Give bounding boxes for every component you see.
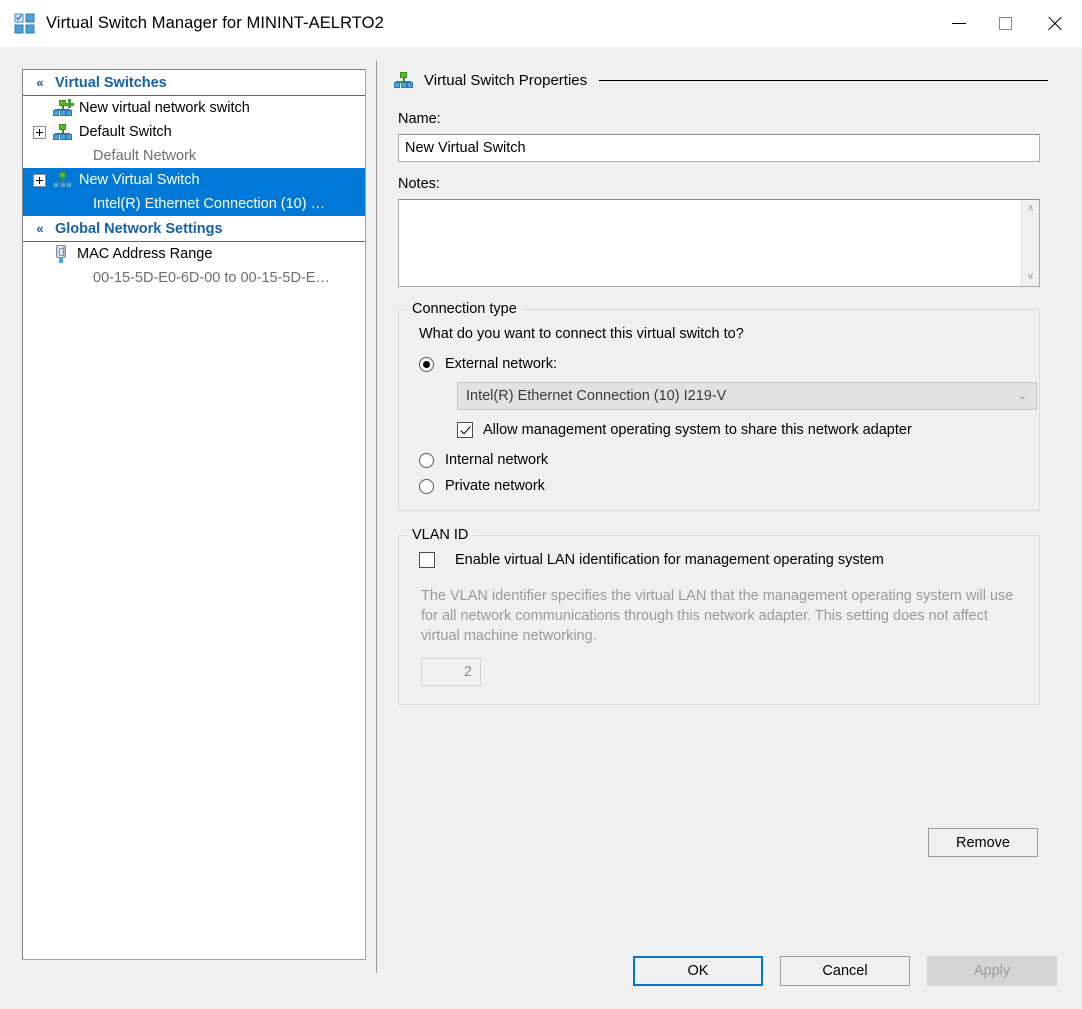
collapse-chevron-icon[interactable]: «: [32, 222, 48, 235]
radio-label: Private network: [445, 478, 545, 494]
window-title: Virtual Switch Manager for MININT-AELRTO…: [46, 14, 384, 32]
mac-address-icon: [53, 245, 69, 263]
notes-label: Notes:: [398, 176, 440, 192]
collapse-chevron-icon[interactable]: «: [32, 76, 48, 89]
switch-name-input[interactable]: [398, 134, 1040, 162]
vlan-description: The VLAN identifier specifies the virtua…: [421, 588, 1014, 644]
allow-management-os-share-row[interactable]: Allow management operating system to sha…: [457, 422, 1025, 438]
virtual-switch-properties-panel: Virtual Switch Properties Name: Notes: ∧…: [390, 69, 1050, 705]
window-titlebar: Virtual Switch Manager for MININT-AELRTO…: [0, 0, 1082, 48]
notes-field-wrapper[interactable]: ∧ ∨: [398, 199, 1040, 287]
checkbox-icon[interactable]: [457, 422, 473, 438]
tree-item-label: MAC Address Range: [77, 246, 213, 262]
radio-button-icon[interactable]: [419, 452, 434, 468]
vlan-id-group: VLAN ID Enable virtual LAN identificatio…: [398, 527, 1040, 705]
tree-item-new-virtual-switch[interactable]: New Virtual Switch: [23, 168, 365, 192]
cancel-button[interactable]: Cancel: [780, 956, 910, 986]
tree-item-sublabel-default-switch: Default Network: [93, 148, 197, 164]
properties-section-header: Virtual Switch Properties: [390, 69, 1050, 91]
tree-item-sublabel-new-virtual-switch: Intel(R) Ethernet Connection (10) …: [23, 192, 365, 216]
enable-vlan-label: Enable virtual LAN identification for ma…: [455, 552, 884, 568]
tree-section-label: Global Network Settings: [55, 220, 223, 237]
virtual-switch-icon: [394, 72, 413, 88]
virtual-switches-tree[interactable]: « Virtual Switches New virtual network s…: [22, 69, 366, 960]
notes-scrollbar[interactable]: ∧ ∨: [1021, 200, 1039, 286]
vlan-id-legend: VLAN ID: [407, 527, 474, 543]
tree-item-label: New Virtual Switch: [79, 172, 200, 188]
tree-item-new-virtual-network-switch[interactable]: New virtual network switch: [23, 96, 365, 120]
properties-section-title: Virtual Switch Properties: [424, 71, 588, 89]
external-adapter-value: Intel(R) Ethernet Connection (10) I219-V: [466, 388, 727, 404]
vlan-id-input[interactable]: 2: [421, 658, 481, 686]
radio-button-icon[interactable]: [419, 356, 434, 372]
virtual-switch-icon: [53, 172, 72, 188]
close-icon[interactable]: [1028, 0, 1082, 47]
tree-item-sublabel-mac-range: 00-15-5D-E0-6D-00 to 00-15-5D-E…: [93, 270, 330, 286]
allow-management-os-share-label: Allow management operating system to sha…: [483, 422, 912, 438]
radio-label: Internal network: [445, 452, 549, 468]
new-virtual-switch-icon: [53, 99, 74, 116]
ok-button[interactable]: OK: [633, 956, 763, 986]
radio-label: External network:: [445, 356, 558, 372]
chevron-down-icon: ⌄: [1017, 390, 1027, 402]
connection-type-legend: Connection type: [407, 301, 522, 317]
expand-plus-icon[interactable]: [33, 173, 46, 187]
name-label: Name:: [398, 111, 441, 127]
radio-external-network[interactable]: External network:: [419, 356, 1025, 372]
tree-item-new-virtual-switch-group[interactable]: New Virtual Switch Intel(R) Ethernet Con…: [23, 168, 365, 216]
radio-private-network[interactable]: Private network: [419, 478, 1025, 494]
minimize-icon[interactable]: [936, 0, 982, 47]
checkbox-icon[interactable]: [419, 552, 435, 568]
maximize-icon[interactable]: [982, 0, 1028, 47]
tree-section-global-network-settings[interactable]: « Global Network Settings: [23, 216, 365, 242]
notes-textarea[interactable]: [399, 200, 1021, 286]
enable-vlan-row[interactable]: Enable virtual LAN identification for ma…: [419, 552, 1025, 568]
radio-button-icon[interactable]: [419, 478, 434, 494]
dialog-body: « Virtual Switches New virtual network s…: [0, 47, 1082, 1009]
panel-divider: [376, 61, 377, 973]
tree-section-virtual-switches[interactable]: « Virtual Switches: [23, 70, 365, 96]
tree-item-default-switch[interactable]: Default Switch: [23, 120, 365, 144]
scroll-down-icon[interactable]: ∨: [1027, 272, 1034, 282]
remove-button[interactable]: Remove: [928, 828, 1038, 857]
tree-item-label: New virtual network switch: [79, 100, 250, 116]
virtual-switch-icon: [53, 124, 72, 140]
tree-section-label: Virtual Switches: [55, 74, 167, 91]
scroll-up-icon[interactable]: ∧: [1027, 204, 1034, 214]
tree-item-label: Default Switch: [79, 124, 172, 140]
expand-plus-icon[interactable]: [33, 125, 46, 139]
virtual-switch-manager-icon: [14, 13, 36, 35]
external-adapter-select[interactable]: Intel(R) Ethernet Connection (10) I219-V…: [457, 382, 1037, 410]
connection-type-group: Connection type What do you want to conn…: [398, 301, 1040, 511]
window-controls: [936, 0, 1082, 47]
tree-item-mac-address-range[interactable]: MAC Address Range: [23, 242, 365, 266]
radio-internal-network[interactable]: Internal network: [419, 452, 1025, 468]
apply-button: Apply: [927, 956, 1057, 986]
section-rule: [599, 79, 1048, 81]
connection-type-question: What do you want to connect this virtual…: [419, 326, 744, 342]
